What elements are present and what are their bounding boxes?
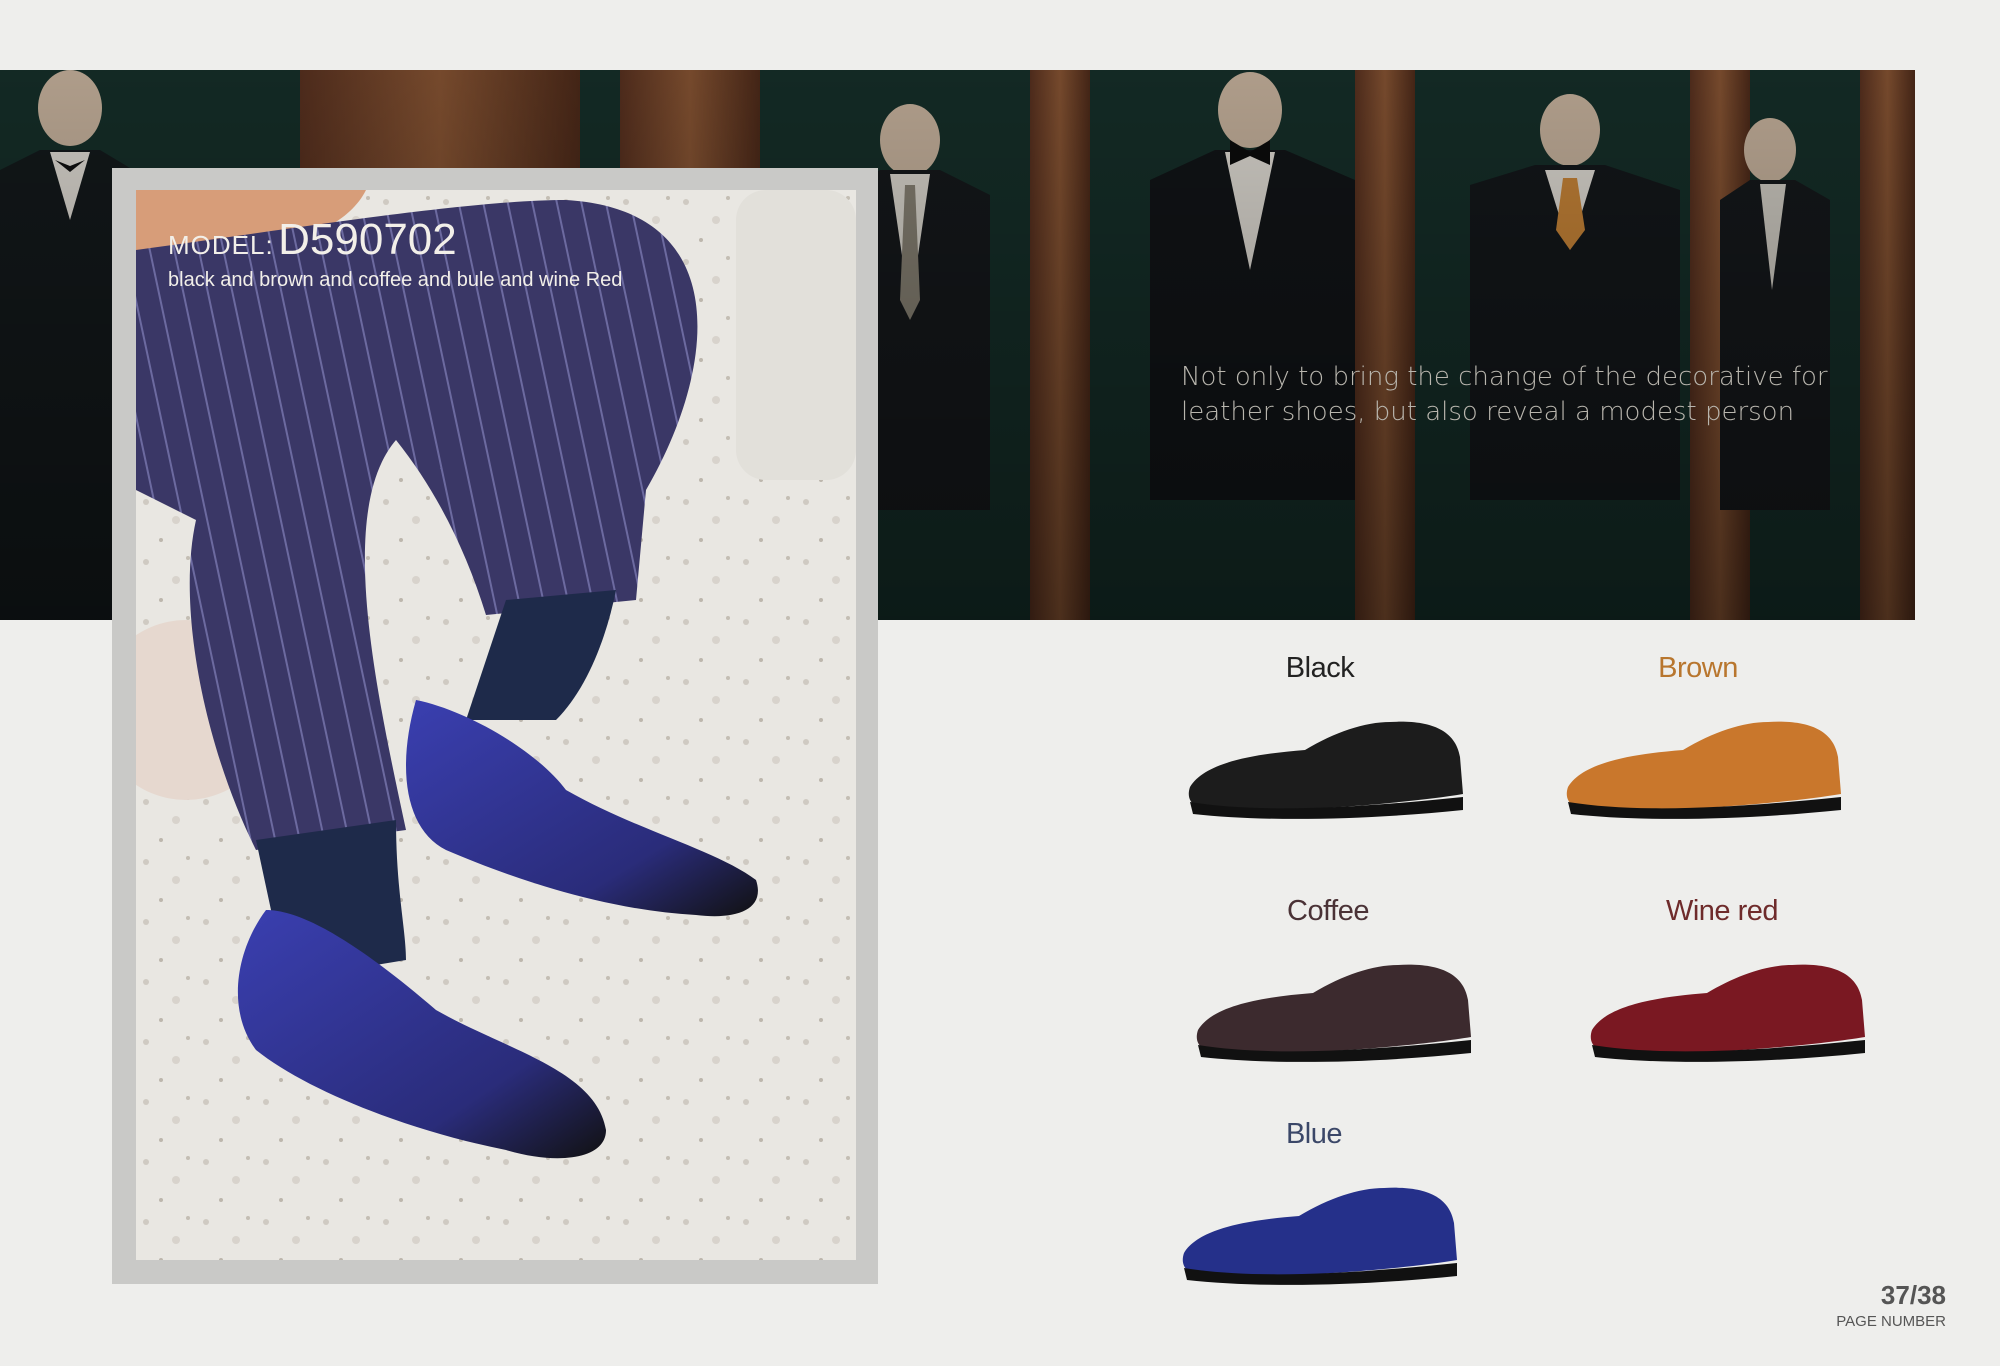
model-heading: MODEL: D590702 xyxy=(168,215,457,265)
variant-wine-red: Wine red xyxy=(1572,895,1872,1085)
model-photo xyxy=(136,190,856,1260)
shoe-image xyxy=(1188,721,1463,819)
page-number-value: 37/38 xyxy=(1880,1280,1946,1310)
shoe-image xyxy=(1182,1187,1457,1285)
variant-label: Brown xyxy=(1658,652,1738,684)
model-label: MODEL: xyxy=(168,230,274,260)
variant-blue: Blue xyxy=(1164,1118,1464,1308)
page-number: 37/38 PAGE NUMBER xyxy=(1836,1280,1946,1330)
variant-label: Black xyxy=(1285,652,1355,684)
variant-label: Coffee xyxy=(1287,895,1369,927)
tagline: Not only to bring the change of the deco… xyxy=(1181,362,1828,427)
variant-label: Wine red xyxy=(1665,895,1779,927)
shoe-image xyxy=(1566,721,1841,819)
variant-black: Black xyxy=(1170,652,1470,842)
model-colors: black and brown and coffee and bule and … xyxy=(168,269,623,291)
variant-coffee: Coffee xyxy=(1178,895,1478,1085)
model-code: D590702 xyxy=(278,215,457,264)
variant-label: Blue xyxy=(1285,1118,1343,1150)
model-wearing-shoes-image xyxy=(136,190,856,1260)
shoe-image xyxy=(1590,964,1865,1062)
page-number-label: PAGE NUMBER xyxy=(1836,1313,1946,1330)
shoe-image xyxy=(1196,964,1471,1062)
variant-brown: Brown xyxy=(1548,652,1848,842)
